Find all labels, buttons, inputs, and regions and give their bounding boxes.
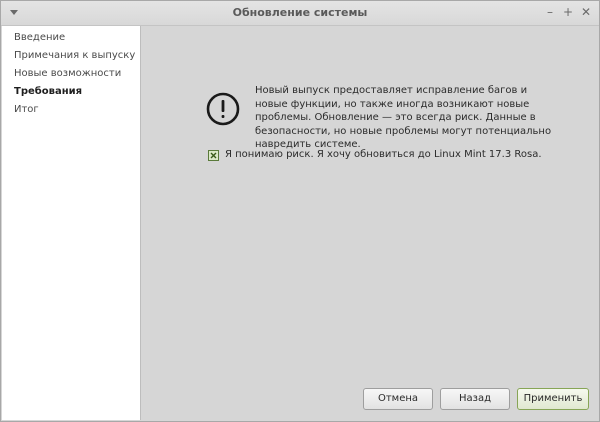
close-icon[interactable]: ✕ — [578, 4, 594, 20]
sidebar-item-summary[interactable]: Итог — [14, 104, 39, 115]
minimize-icon[interactable]: – — [542, 4, 558, 20]
sidebar-item-introduction[interactable]: Введение — [14, 32, 65, 43]
sidebar-item-release-notes[interactable]: Примечания к выпуску — [14, 50, 135, 61]
sidebar-item-new-features[interactable]: Новые возможности — [14, 68, 121, 79]
risk-message: Новый выпуск предоставляет исправление б… — [255, 85, 552, 150]
checkbox-check-icon — [210, 152, 217, 159]
main-content: Новый выпуск предоставляет исправление б… — [141, 26, 599, 421]
window-title: Обновление системы — [232, 6, 368, 19]
maximize-icon[interactable]: + — [560, 4, 576, 20]
apply-button[interactable]: Применить — [517, 388, 589, 410]
sidebar-item-requirements[interactable]: Требования — [14, 86, 82, 97]
exclamation-circle-icon — [206, 92, 240, 126]
accept-risk-checkbox[interactable] — [208, 150, 219, 161]
cancel-button[interactable]: Отмена — [363, 388, 433, 410]
title-bar[interactable]: Обновление системы – + ✕ — [1, 1, 599, 26]
steps-sidebar: Введение Примечания к выпуску Новые возм… — [2, 26, 141, 420]
back-button[interactable]: Назад — [440, 388, 510, 410]
accept-risk-label[interactable]: Я понимаю риск. Я хочу обновиться до Lin… — [225, 149, 542, 160]
upgrade-window: Обновление системы – + ✕ Введение Примеч… — [0, 0, 600, 422]
